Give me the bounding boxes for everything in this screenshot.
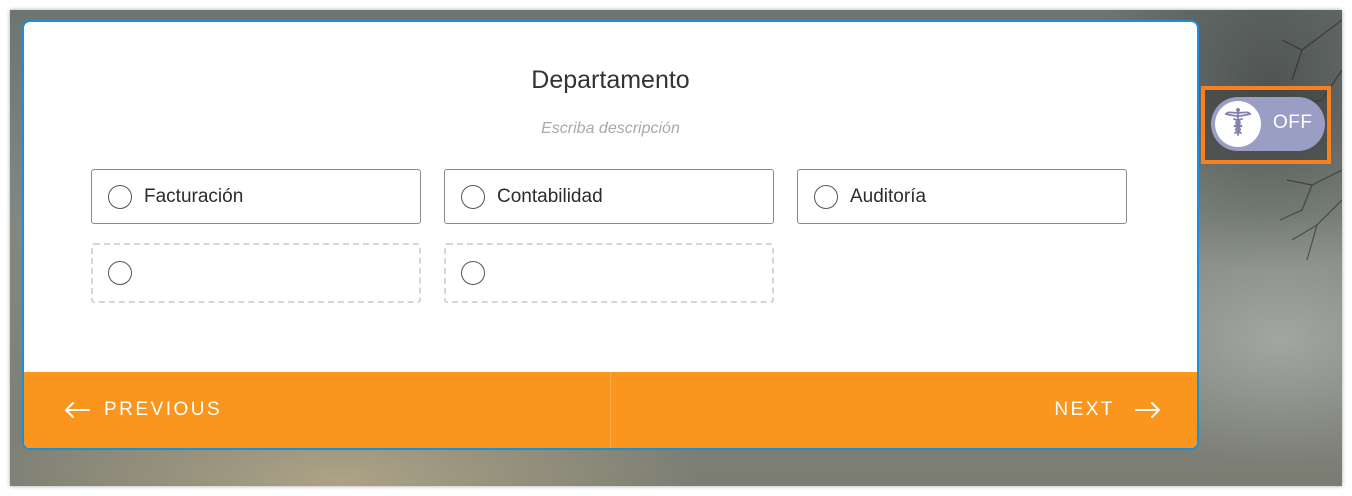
option-label: Auditoría (850, 186, 927, 207)
previous-button[interactable]: PREVIOUS (64, 372, 222, 448)
form-card: Departamento Escriba descripción Factura… (22, 20, 1199, 450)
option-label: Contabilidad (497, 186, 603, 207)
option-auditoria[interactable]: Auditoría (797, 169, 1127, 224)
navigation-footer: PREVIOUS NEXT (24, 372, 1197, 448)
toggle-highlight-frame: OFF (1201, 86, 1331, 164)
toggle-knob[interactable] (1215, 101, 1261, 147)
radio-button[interactable] (814, 185, 838, 209)
option-empty-2[interactable] (444, 243, 774, 303)
option-label: Facturación (144, 186, 244, 207)
next-label: NEXT (1054, 399, 1115, 420)
next-button[interactable]: NEXT (1054, 372, 1161, 448)
description-placeholder[interactable]: Escriba descripción (24, 120, 1197, 138)
option-empty-1[interactable] (91, 243, 421, 303)
footer-divider (610, 372, 611, 448)
option-facturacion[interactable]: Facturación (91, 169, 421, 224)
medical-mode-toggle[interactable]: OFF (1211, 97, 1325, 151)
radio-button[interactable] (461, 261, 485, 285)
arrow-right-icon (1135, 401, 1161, 419)
caduceus-icon (1224, 107, 1252, 142)
radio-button[interactable] (461, 185, 485, 209)
radio-button[interactable] (108, 185, 132, 209)
toggle-state-label: OFF (1273, 112, 1313, 133)
option-contabilidad[interactable]: Contabilidad (444, 169, 774, 224)
radio-button[interactable] (108, 261, 132, 285)
question-title: Departamento (531, 66, 690, 94)
arrow-left-icon (64, 401, 90, 419)
previous-label: PREVIOUS (104, 399, 223, 420)
tree-branches-decoration (1279, 19, 1342, 261)
